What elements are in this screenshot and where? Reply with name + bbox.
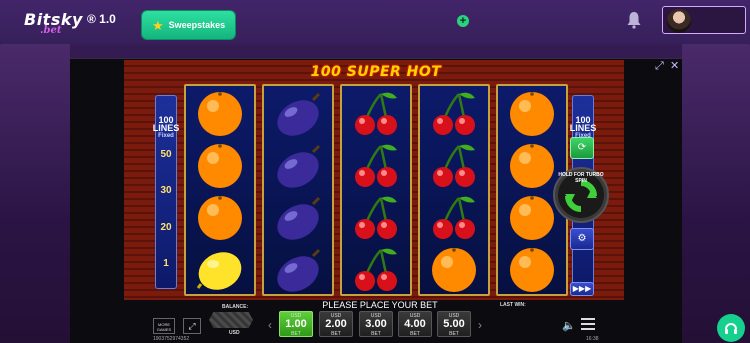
cherry-icon <box>429 192 479 242</box>
clock: 16:38 <box>586 336 599 342</box>
headset-icon <box>725 323 737 334</box>
orange-icon <box>507 140 557 190</box>
cherry-icon <box>351 88 401 138</box>
logo-sub-text: .bet <box>40 25 62 36</box>
turbo-label: HOLD FOR TURBO SPIN <box>558 172 604 184</box>
bet-label: BET <box>331 331 341 337</box>
plum-icon <box>273 244 323 294</box>
balance-value <box>209 312 253 328</box>
plum-icon <box>273 140 323 190</box>
line-marker: 20 <box>160 222 172 233</box>
orange-icon <box>507 192 557 242</box>
cherry-icon <box>429 88 479 138</box>
close-icon[interactable]: ✕ <box>670 59 679 72</box>
logo-version: ® 1.0 <box>87 12 116 26</box>
bet-label: BET <box>449 331 459 337</box>
menu-icon[interactable] <box>581 318 595 330</box>
orange-icon <box>195 140 245 190</box>
fast-forward-button[interactable]: ▶▶▶ <box>570 282 594 296</box>
background-decoration <box>682 44 750 343</box>
bet-option-button[interactable]: USD 4.00 BET <box>398 311 432 337</box>
bet-option-button[interactable]: USD 3.00 BET <box>359 311 393 337</box>
line-marker: 50 <box>160 149 172 160</box>
bet-value: 4.00 <box>404 318 426 330</box>
settings-button[interactable]: ⚙ <box>570 228 594 250</box>
fullscreen-icon[interactable]: ⤢ <box>183 318 201 334</box>
sound-icon[interactable]: 🔈 <box>562 319 576 332</box>
bet-value: 1.00 <box>285 318 307 330</box>
chat-support-button[interactable] <box>717 314 745 342</box>
bet-value: 2.00 <box>325 318 347 330</box>
game-title: 100 SUPER HOT <box>310 64 442 80</box>
lines-fixed-left: Fixed <box>158 133 174 139</box>
bet-option-button[interactable]: USD 1.00 BET <box>279 311 313 337</box>
bet-option-button[interactable]: USD 2.00 BET <box>319 311 353 337</box>
orange-icon <box>429 244 479 294</box>
avatar <box>667 9 691 33</box>
bet-label: BET <box>291 331 301 337</box>
plum-icon <box>273 88 323 138</box>
session-id: 1903752974352 <box>153 336 190 342</box>
status-message: PLEASE PLACE YOUR BET <box>322 300 438 310</box>
orange-icon <box>195 88 245 138</box>
line-marker: 30 <box>160 185 172 196</box>
plum-icon <box>273 192 323 242</box>
bet-label: BET <box>371 331 381 337</box>
bet-right-arrow-icon[interactable]: › <box>478 318 482 332</box>
top-navbar: Bitsky .bet ® 1.0 ★ Sweepstakes + <box>0 0 750 44</box>
cherry-icon <box>351 244 401 294</box>
sweepstakes-label: Sweepstakes <box>168 20 226 30</box>
cherry-icon <box>351 192 401 242</box>
balance-label: BALANCE: <box>222 304 249 310</box>
lemon-icon <box>195 244 245 294</box>
line-marker: 1 <box>163 258 169 269</box>
last-win-label: LAST WIN: <box>500 302 526 308</box>
bet-label: BET <box>410 331 420 337</box>
add-funds-button[interactable]: + <box>457 15 469 27</box>
profile-box[interactable] <box>662 6 746 34</box>
orange-icon <box>507 88 557 138</box>
bet-left-arrow-icon[interactable]: ‹ <box>268 318 272 332</box>
background-decoration <box>0 44 70 343</box>
autoplay-button[interactable]: ⟳ <box>570 137 594 159</box>
orange-icon <box>507 244 557 294</box>
bell-icon[interactable] <box>626 11 642 29</box>
bet-option-button[interactable]: USD 5.00 BET <box>437 311 471 337</box>
expand-icon[interactable]: ⤢ <box>655 60 664 73</box>
balance-currency: USD <box>229 330 240 336</box>
sweepstakes-button[interactable]: ★ Sweepstakes <box>142 11 235 39</box>
star-icon: ★ <box>152 17 164 33</box>
bet-value: 5.00 <box>443 318 465 330</box>
bet-value: 3.00 <box>365 318 387 330</box>
orange-icon <box>195 192 245 242</box>
cherry-icon <box>351 140 401 190</box>
cherry-icon <box>429 140 479 190</box>
more-games-button[interactable]: MORE GAMES <box>153 318 175 334</box>
